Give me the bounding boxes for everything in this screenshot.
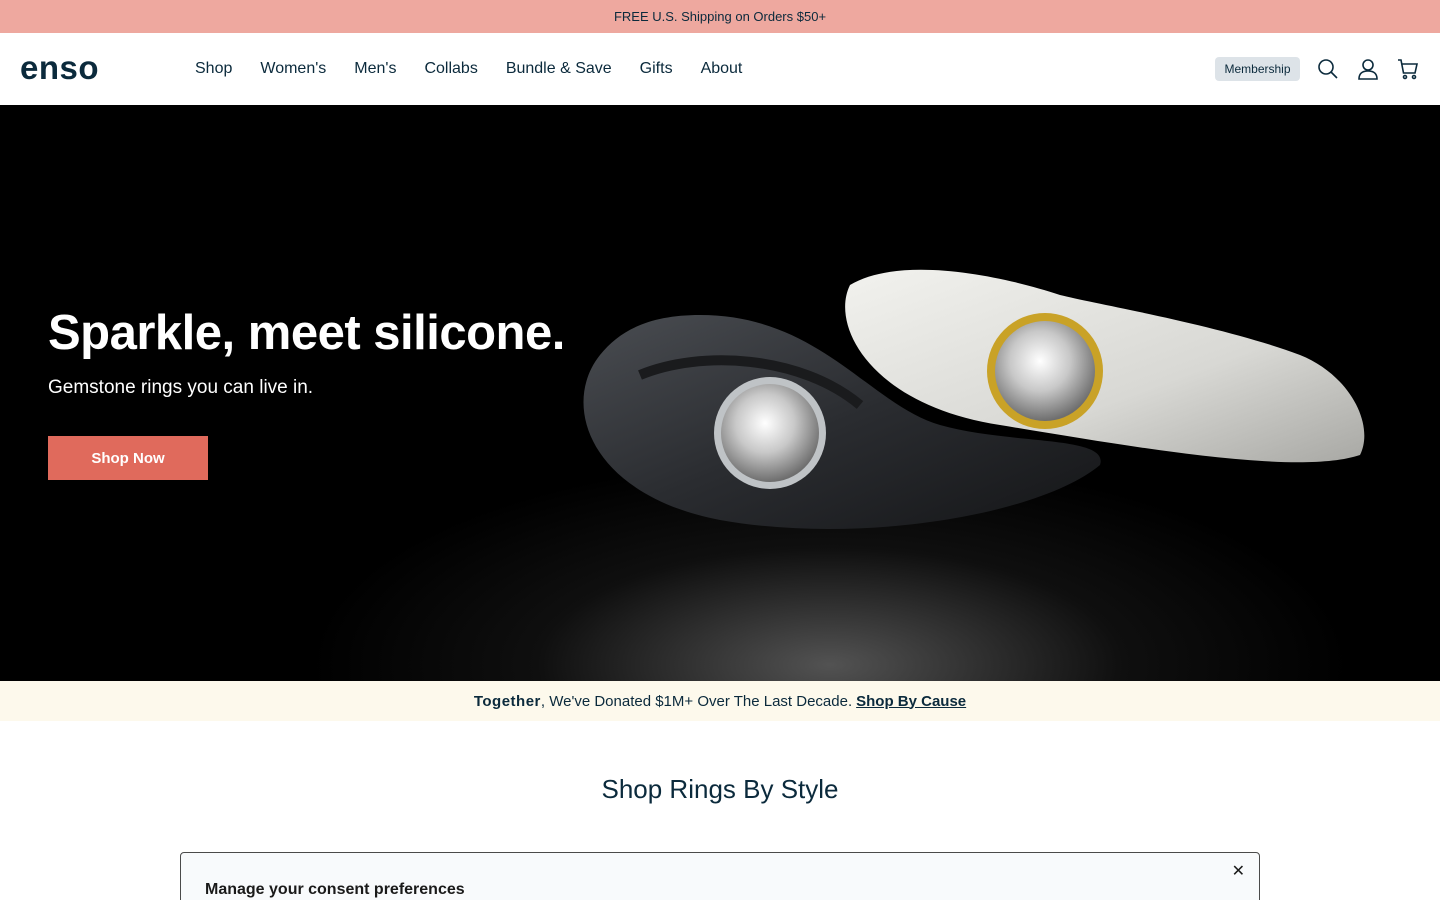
- announcement-text: FREE U.S. Shipping on Orders $50+: [613, 9, 827, 24]
- hero-subtitle: Gemstone rings you can live in.: [48, 377, 314, 398]
- nav-item-womens[interactable]: Women's: [260, 60, 326, 78]
- consent-banner: Manage your consent preferences ✕: [180, 852, 1260, 900]
- donation-bold: Together: [473, 692, 541, 710]
- site-header: enso Shop Women's Men's Collabs Bundle &…: [0, 33, 1440, 105]
- nav-item-bundle-save[interactable]: Bundle & Save: [506, 60, 612, 78]
- nav-item-gifts[interactable]: Gifts: [640, 60, 673, 78]
- hero-banner: Sparkle, meet silicone. Gemstone rings y…: [0, 105, 1440, 681]
- search-icon[interactable]: [1316, 57, 1340, 81]
- shop-now-button[interactable]: Shop Now: [48, 436, 208, 480]
- consent-title: Manage your consent preferences: [205, 881, 465, 898]
- account-icon[interactable]: [1356, 57, 1380, 81]
- donation-text: , We've Donated $1M+ Over The Last Decad…: [540, 692, 853, 710]
- nav-item-about[interactable]: About: [701, 60, 743, 78]
- cart-icon[interactable]: [1396, 57, 1420, 81]
- section-title: Shop Rings By Style: [601, 774, 839, 804]
- membership-button[interactable]: Membership: [1215, 57, 1300, 81]
- main-nav: Shop Women's Men's Collabs Bundle & Save…: [195, 33, 770, 105]
- donation-banner: Together , We've Donated $1M+ Over The L…: [0, 681, 1440, 721]
- hero-title: Sparkle, meet silicone.: [48, 306, 565, 360]
- nav-item-collabs[interactable]: Collabs: [424, 60, 477, 78]
- announcement-bar: FREE U.S. Shipping on Orders $50+: [0, 0, 1440, 33]
- logo[interactable]: enso: [20, 49, 99, 87]
- close-icon[interactable]: ✕: [1232, 861, 1245, 881]
- shop-by-cause-link[interactable]: Shop By Cause: [856, 693, 966, 710]
- nav-item-shop[interactable]: Shop: [195, 60, 232, 78]
- nav-item-mens[interactable]: Men's: [354, 60, 396, 78]
